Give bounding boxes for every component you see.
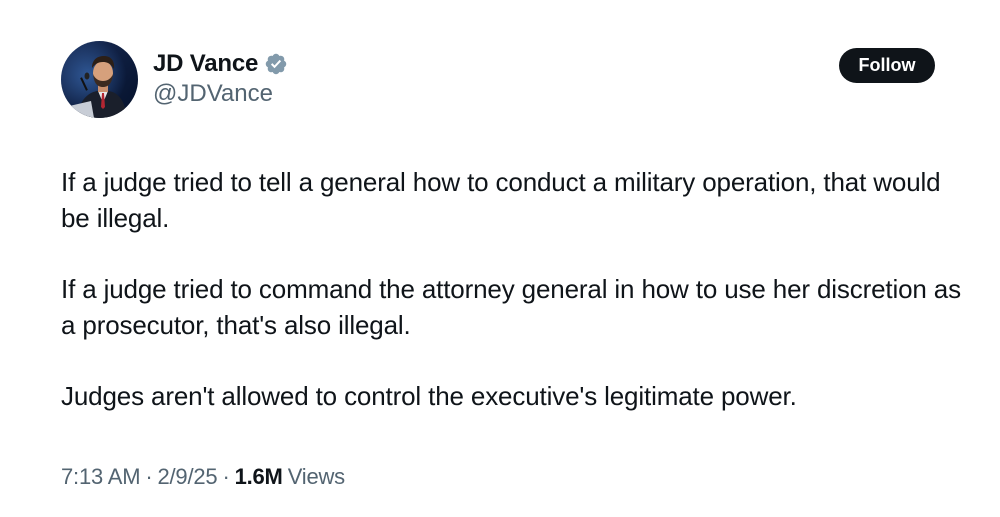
meta-separator: · [222,464,230,489]
author-name[interactable]: JD Vance [153,50,258,78]
tweet-card: JD Vance @JDVance Follow If a judge trie… [0,0,1000,517]
tweet-paragraph: If a judge tried to command the attorney… [61,274,961,340]
tweet-meta: 7:13 AM · 2/9/25 · 1.6M Views [61,464,345,490]
author-name-row: JD Vance [153,49,288,79]
tweet-paragraph: Judges aren't allowed to control the exe… [61,381,797,411]
tweet-paragraph: If a judge tried to tell a general how t… [61,167,941,233]
meta-separator: · [145,464,153,489]
verified-badge-icon[interactable] [264,52,288,76]
tweet-timestamp[interactable]: 7:13 AM · 2/9/25 [61,464,218,490]
views-label: Views [287,464,345,489]
avatar[interactable] [61,41,138,118]
views-count: 1.6M [234,464,283,489]
author-info: JD Vance @JDVance [153,49,288,108]
tweet-date: 2/9/25 [157,464,218,489]
tweet-time: 7:13 AM [61,464,141,489]
follow-button[interactable]: Follow [839,48,935,83]
tweet-text: If a judge tried to tell a general how t… [61,164,961,414]
author-handle[interactable]: @JDVance [153,80,288,108]
avatar-image [61,41,138,118]
